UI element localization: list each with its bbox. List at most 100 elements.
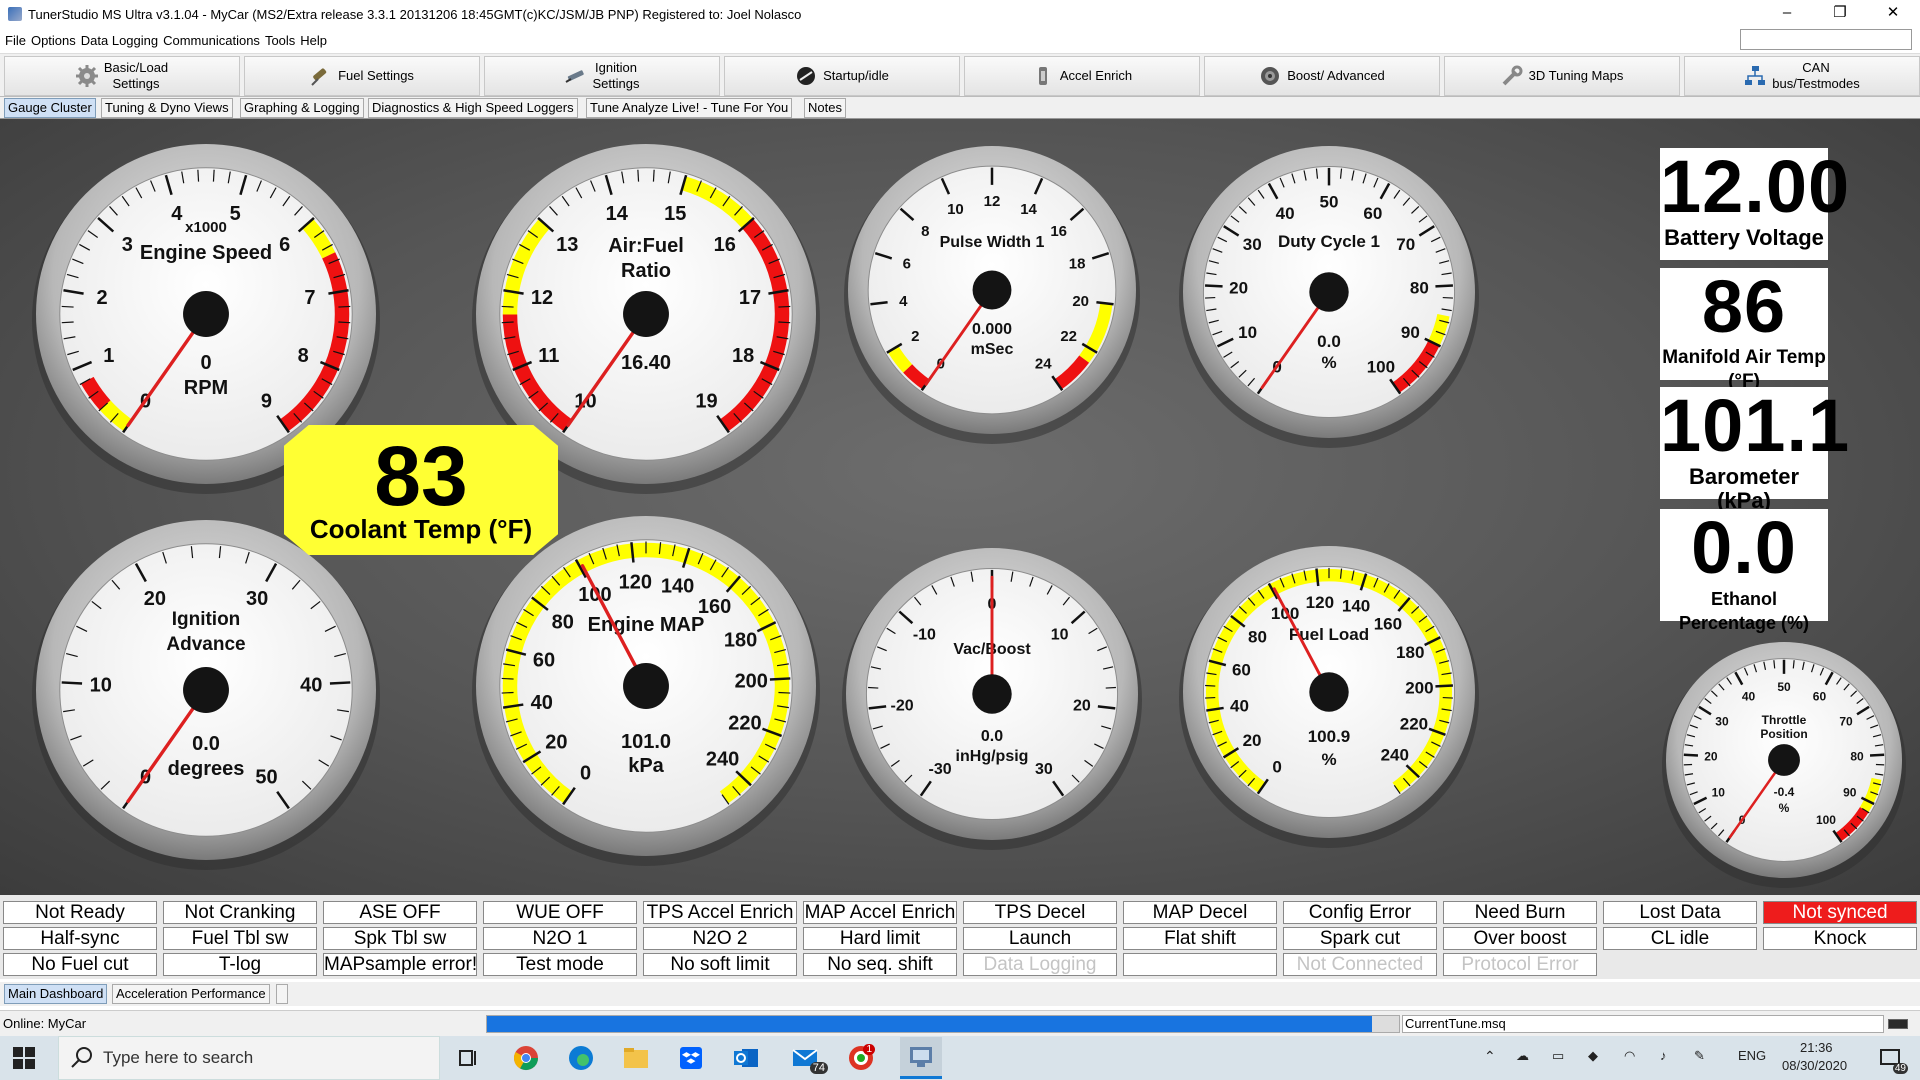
menu-search-field[interactable] [1740, 29, 1912, 50]
windows-start-icon[interactable] [12, 1046, 36, 1070]
close-button[interactable]: ✕ [1868, 0, 1918, 28]
volume-icon[interactable]: ♪ [1660, 1048, 1667, 1063]
gauge-title: Duty Cycle 1 [1278, 232, 1380, 251]
gauge-value: 0.0 [981, 728, 1003, 745]
tab-graphing-logging[interactable]: Graphing & Logging [240, 98, 364, 118]
tick-label: 90 [1843, 785, 1857, 799]
tab-notes[interactable]: Notes [804, 98, 846, 118]
indicator-map-decel: MAP Decel [1123, 901, 1277, 924]
gauge-units: % [1321, 353, 1336, 372]
tick-label: 40 [1742, 689, 1756, 703]
tick-label: 24 [1035, 356, 1052, 373]
menu-options[interactable]: Options [31, 33, 76, 48]
tick-label: 15 [664, 203, 686, 225]
menu-file[interactable]: File [5, 33, 26, 48]
gauge-title: Air:Fuel [608, 235, 684, 257]
indicator-wue-off: WUE OFF [483, 901, 637, 924]
throttle-icon [1032, 65, 1054, 87]
dropbox-tray-icon[interactable]: ◆ [1588, 1048, 1598, 1064]
tick-label: 80 [552, 612, 574, 634]
vac-boost-gauge: -30-20-100102030Vac/Boost0.0inHg/psig [842, 548, 1142, 850]
tray-expand-icon[interactable]: ⌃ [1484, 1048, 1496, 1065]
tick-label: 120 [619, 571, 652, 593]
indicator-over-boost: Over boost [1443, 927, 1597, 950]
app-icon-badged[interactable]: 1 [845, 1042, 877, 1074]
edge-icon[interactable] [565, 1042, 597, 1074]
outlook-icon[interactable] [730, 1042, 762, 1074]
tab-gauge-cluster[interactable]: Gauge Cluster [4, 98, 96, 118]
indicator-empty [1123, 953, 1277, 976]
tick-label: 140 [1342, 597, 1370, 616]
mail-icon[interactable]: 74 [790, 1042, 828, 1074]
menu-data-logging[interactable]: Data Logging [81, 33, 158, 48]
wifi-icon[interactable]: ◠ [1624, 1048, 1635, 1064]
tick-label: -30 [929, 761, 952, 778]
tick-label: 17 [739, 287, 761, 309]
tick-label: 100 [1367, 357, 1395, 376]
task-view-icon[interactable] [452, 1042, 484, 1074]
onedrive-icon[interactable]: ☁ [1516, 1048, 1529, 1064]
gauge-title: Pulse Width 1 [940, 234, 1045, 251]
battery-voltage-value: 12.00 [1660, 145, 1851, 228]
3d-tuning-maps-button[interactable]: 3D Tuning Maps [1444, 56, 1680, 96]
gauge-hub [972, 270, 1012, 310]
accel-enrich-button[interactable]: Accel Enrich [964, 56, 1200, 96]
3d-tuning-maps-label: 3D Tuning Maps [1528, 68, 1624, 83]
ignition-settings-button[interactable]: Ignition Settings [484, 56, 720, 96]
indicator-no-fuel-cut: No Fuel cut [3, 953, 157, 976]
search-placeholder: Type here to search [103, 1048, 254, 1067]
pen-icon[interactable]: ✎ [1694, 1048, 1705, 1064]
indicator-test-mode: Test mode [483, 953, 637, 976]
gauge-value: 0.0 [1317, 332, 1341, 351]
minimize-button[interactable]: – [1762, 0, 1812, 28]
connection-led-icon [1888, 1019, 1908, 1029]
tab-acceleration-performance[interactable]: Acceleration Performance [112, 984, 270, 1004]
chrome-icon[interactable] [510, 1042, 542, 1074]
indicator-not-ready: Not Ready [3, 901, 157, 924]
battery-icon[interactable]: ▭ [1552, 1048, 1564, 1064]
tick-label: 12 [531, 287, 553, 309]
tab-tune-analyze-live[interactable]: Tune Analyze Live! - Tune For You [586, 98, 793, 118]
add-tab-icon[interactable] [276, 984, 288, 1004]
gauge-hub [1768, 744, 1800, 776]
indicator-ase-off: ASE OFF [323, 901, 477, 924]
startup-idle-button[interactable]: Startup/idle [724, 56, 960, 96]
tick-label: 1 [103, 345, 114, 367]
can-bus-testmodes-button[interactable]: CAN bus/Testmodes [1684, 56, 1920, 96]
indicator-half-sync: Half-sync [3, 927, 157, 950]
tab-diagnostics-loggers[interactable]: Diagnostics & High Speed Loggers [368, 98, 578, 118]
tab-tuning-dyno-views[interactable]: Tuning & Dyno Views [101, 98, 233, 118]
indicator-not-cranking: Not Cranking [163, 901, 317, 924]
barometer-display: 101.1 Barometer (kPa) [1660, 387, 1849, 513]
indicator-launch: Launch [963, 927, 1117, 950]
tick-label: 8 [921, 223, 929, 240]
menu-communications[interactable]: Communications [163, 33, 260, 48]
language-indicator[interactable]: ENG [1738, 1048, 1766, 1063]
maximize-button[interactable]: ❐ [1815, 0, 1865, 28]
connection-status: Online: MyCar [3, 1016, 87, 1031]
tick-label: 4 [899, 293, 908, 310]
gauge-units: RPM [184, 377, 228, 399]
fuel-settings-button[interactable]: Fuel Settings [244, 56, 480, 96]
clock-time[interactable]: 21:36 [1800, 1040, 1833, 1055]
basic-load-settings-button[interactable]: Basic/Load Settings [4, 56, 240, 96]
fuel-settings-label: Fuel Settings [338, 68, 414, 83]
tick-label: 40 [531, 692, 553, 714]
tick-label: 14 [1020, 201, 1037, 218]
network-icon [1744, 65, 1766, 87]
menu-tools[interactable]: Tools [265, 33, 295, 48]
dropbox-icon[interactable] [675, 1042, 707, 1074]
ignition-advance-gauge: 01020304050IgnitionAdvance0.0degrees [32, 520, 380, 870]
pulse-width-gauge: 024681012141618202224Pulse Width 10.000m… [844, 146, 1140, 444]
boost-advanced-button[interactable]: Boost/ Advanced [1204, 56, 1440, 96]
gauge-hub [623, 291, 669, 337]
file-explorer-icon[interactable] [620, 1042, 652, 1074]
tunerstudio-taskbar-icon[interactable] [900, 1037, 942, 1079]
tick-label: 80 [1248, 628, 1267, 647]
tab-main-dashboard[interactable]: Main Dashboard [4, 984, 108, 1004]
clock-date[interactable]: 08/30/2020 [1782, 1058, 1847, 1073]
indicator-lost-data: Lost Data [1603, 901, 1757, 924]
notification-center-icon[interactable]: 49 [1874, 1042, 1908, 1074]
taskbar-search-box[interactable]: Type here to search [58, 1036, 440, 1080]
menu-help[interactable]: Help [300, 33, 327, 48]
